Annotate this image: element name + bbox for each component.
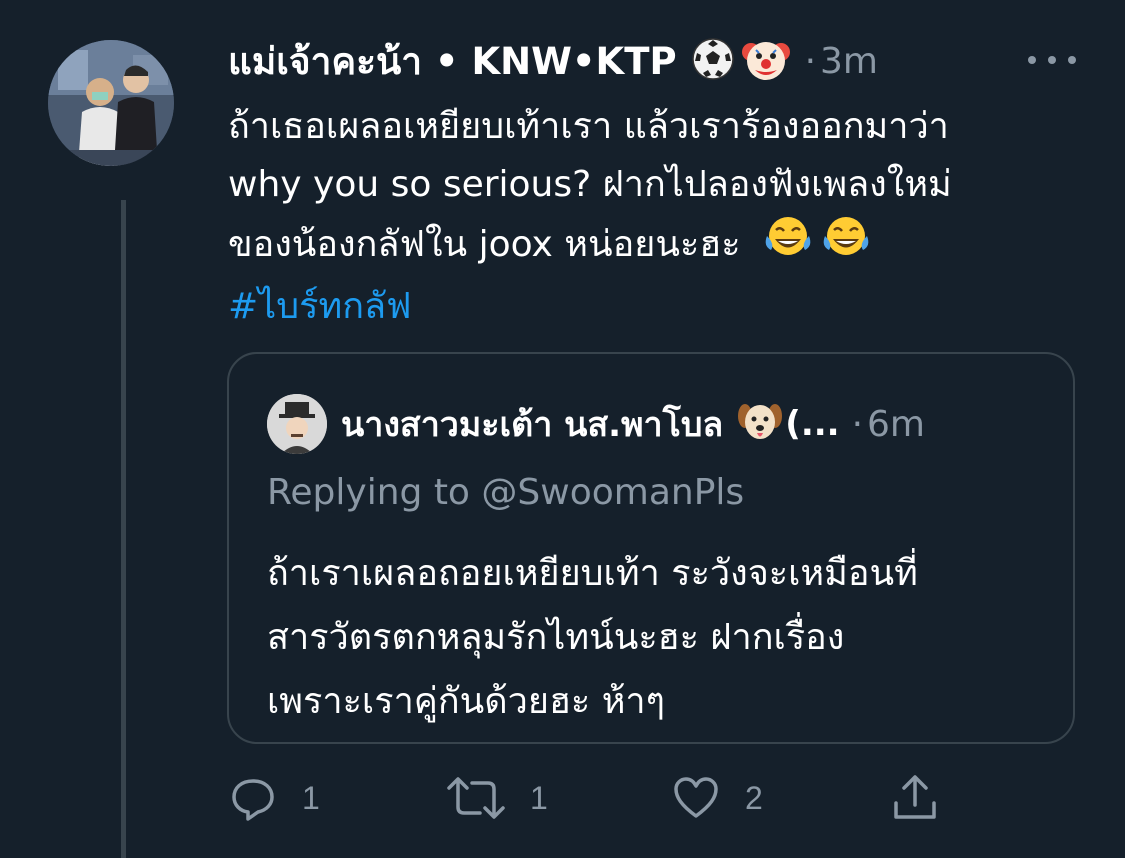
quoted-time-separator: · xyxy=(851,403,864,445)
reply-icon xyxy=(232,779,274,821)
quoted-author-suffix: (... xyxy=(785,404,840,444)
retweet-button[interactable]: 1 xyxy=(446,770,548,826)
tears-of-joy-icon xyxy=(821,214,871,278)
quoted-text-line: เพราะเราคู่กันด้วยฮะ ห้าๆ xyxy=(267,681,665,722)
tears-of-joy-icon xyxy=(763,214,813,278)
dog-face-icon xyxy=(737,400,783,448)
quoted-header: นางสาวมะเต้า นส.พาโบล (... · 6m xyxy=(341,398,925,450)
tweet-text-line: ถ้าเธอเผลอเหยียบเท้าเรา แล้วเราร้องออกมา… xyxy=(228,106,949,147)
author-name[interactable]: แม่เจ้าคะน้า • KNW•KTP xyxy=(228,32,677,91)
reply-button[interactable]: 1 xyxy=(228,770,320,826)
retweet-count: 1 xyxy=(530,779,548,816)
quoted-tweet[interactable]: นางสาวมะเต้า นส.พาโบล (... · 6m Replying… xyxy=(227,352,1075,744)
like-button[interactable]: 2 xyxy=(671,770,763,826)
avatar[interactable] xyxy=(48,40,174,166)
tweet-container: แม่เจ้าคะน้า • KNW•KTP · 3m ถ้าเธอเผลอเห… xyxy=(0,0,1125,858)
action-bar: 1 1 2 xyxy=(0,770,1125,826)
reply-count: 1 xyxy=(302,779,320,816)
tweet-text-segment: ของน้องกลัฟใน joox หน่อยนะฮะ xyxy=(228,224,741,265)
quoted-author-name: นางสาวมะเต้า นส.พาโบล xyxy=(341,405,724,445)
quoted-avatar xyxy=(267,394,327,454)
tweet-text: ถ้าเธอเผลอเหยียบเท้าเรา แล้วเราร้องออกมา… xyxy=(228,98,1088,336)
tweet-header: แม่เจ้าคะน้า • KNW•KTP · 3m xyxy=(228,36,878,86)
time-separator: · xyxy=(804,40,817,82)
hashtag-link[interactable]: #ไบร์ทกลัฟ xyxy=(228,278,1088,336)
thread-line xyxy=(121,200,126,858)
retweet-icon xyxy=(447,777,505,819)
tweet-text-line: ของน้องกลัฟใน joox หน่อยนะฮะ xyxy=(228,214,1088,278)
clown-face-icon xyxy=(741,34,791,88)
quoted-time: 6m xyxy=(867,403,926,445)
heart-icon xyxy=(674,777,718,818)
replying-to: Replying to @SwoomanPls xyxy=(267,472,745,513)
tweet-time[interactable]: 3m xyxy=(820,41,878,82)
share-button[interactable] xyxy=(890,770,940,826)
like-count: 2 xyxy=(745,779,763,816)
soccer-ball-icon xyxy=(691,37,735,85)
tweet-text-line: why you so serious? ฝากไปลองฟังเพลงใหม่ xyxy=(228,164,952,205)
quoted-text: ถ้าเราเผลอถอยเหยียบเท้า ระวังจะเหมือนที่… xyxy=(267,542,1057,734)
quoted-text-line: ถ้าเราเผลอถอยเหยียบเท้า ระวังจะเหมือนที่ xyxy=(267,553,918,594)
share-icon xyxy=(894,775,936,819)
quoted-text-line: สารวัตรตกหลุมรักไทน์นะฮะ ฝากเรื่อง xyxy=(267,617,845,658)
more-options-icon[interactable] xyxy=(1028,50,1076,70)
